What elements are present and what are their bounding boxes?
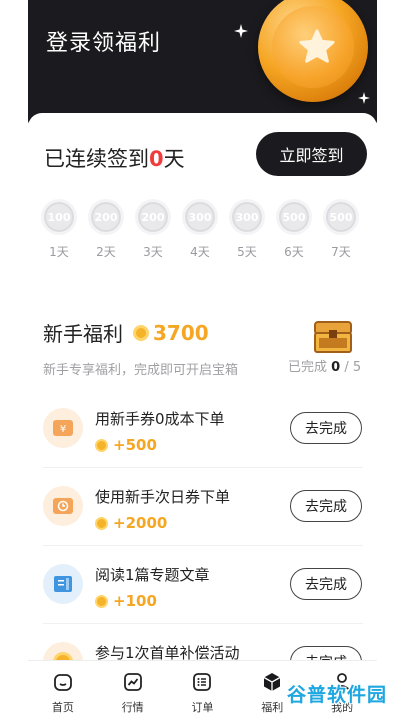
tab-home[interactable]: 首页: [28, 661, 98, 720]
signin-button[interactable]: 立即签到: [256, 132, 367, 176]
day-coin: 300: [229, 199, 265, 235]
task-name: 使用新手次日券下单: [95, 488, 231, 506]
newbie-points: 3700: [153, 320, 209, 345]
newbie-section: 新手福利 3700 新手专享福利，完成即可开启宝箱 已完成 0 / 5: [43, 318, 373, 379]
day-label: 2天: [96, 245, 116, 259]
newbie-title: 新手福利: [43, 322, 123, 346]
task-reward-value: +100: [113, 592, 157, 610]
progress-done: 0: [331, 360, 341, 375]
home-icon: [53, 674, 72, 691]
day-label: 5天: [237, 245, 257, 259]
checkin-prefix: 已连续签到: [44, 147, 149, 171]
book-icon: [43, 564, 83, 604]
day-label: 3天: [143, 245, 163, 259]
checkin-card: 已连续签到0天 立即签到 100 1天 200 2天 200 3天 300 4天…: [28, 113, 377, 293]
day-reward: 200 2天: [87, 199, 125, 260]
day-coin: 500: [323, 199, 359, 235]
task-name: 用新手券0成本下单: [95, 410, 225, 428]
task-row: 使用新手次日券下单 +2000 去完成: [43, 468, 363, 546]
day-reward: 100 1天: [40, 199, 78, 260]
task-reward-value: +2000: [113, 514, 168, 532]
progress-total: / 5: [344, 360, 362, 375]
newbie-progress: 已完成 0 / 5: [288, 356, 361, 375]
watermark: 谷普软件园: [276, 678, 398, 708]
day-reward: 500 6天: [275, 199, 313, 260]
progress-prefix: 已完成: [288, 360, 328, 375]
treasure-chest-icon: [314, 321, 352, 353]
day-label: 6天: [284, 245, 304, 259]
checkin-status: 已连续签到0天: [44, 143, 185, 173]
task-reward-value: +500: [113, 436, 157, 454]
coin-icon: [95, 516, 108, 530]
gold-coin-icon: [258, 0, 368, 102]
tab-orders[interactable]: 订单: [168, 661, 238, 720]
day-label: 1天: [49, 245, 69, 259]
coin-icon: [133, 324, 149, 341]
task-list: ¥ 用新手券0成本下单 +500 去完成 使用新手次日券下单 +2000 去完成…: [43, 390, 363, 702]
sparkle-icon: [358, 92, 370, 104]
coupon-clock-icon: [43, 486, 83, 526]
day-reward: 500 7天: [322, 199, 360, 260]
day-label: 7天: [331, 245, 351, 259]
day-coin: 500: [276, 199, 312, 235]
coin-icon: [95, 594, 108, 608]
day-label: 4天: [190, 245, 210, 259]
task-row: 阅读1篇专题文章 +100 去完成: [43, 546, 363, 624]
task-complete-button[interactable]: 去完成: [290, 568, 362, 600]
coupon-yen-icon: ¥: [43, 408, 83, 448]
day-coin: 200: [88, 199, 124, 235]
task-reward: +100: [95, 592, 157, 610]
chart-icon: [123, 673, 142, 691]
watermark-text: 谷普软件园: [286, 683, 387, 706]
day-coin: 200: [135, 199, 171, 235]
day-coin: 300: [182, 199, 218, 235]
checkin-suffix: 天: [163, 147, 185, 171]
day-coin: 100: [41, 199, 77, 235]
hero-banner: 登录领福利: [28, 0, 377, 125]
day-reward: 300 5天: [228, 199, 266, 260]
task-name: 阅读1篇专题文章: [95, 566, 210, 584]
coin-icon: [95, 438, 108, 452]
task-complete-button[interactable]: 去完成: [290, 490, 362, 522]
tab-market[interactable]: 行情: [98, 661, 168, 720]
tab-label: 行情: [121, 701, 144, 714]
day-reward: 200 3天: [134, 199, 172, 260]
checkin-days: 0: [149, 147, 164, 171]
order-icon: [193, 673, 212, 691]
hero-title: 登录领福利: [46, 31, 162, 56]
day-reward: 300 4天: [181, 199, 219, 260]
task-reward: +500: [95, 436, 157, 454]
task-complete-button[interactable]: 去完成: [290, 412, 362, 444]
sparkle-icon: [234, 24, 248, 38]
tab-label: 首页: [51, 701, 74, 714]
tab-label: 订单: [191, 701, 214, 714]
task-row: ¥ 用新手券0成本下单 +500 去完成: [43, 390, 363, 468]
checkin-rewards: 100 1天 200 2天 200 3天 300 4天 300 5天 500 6…: [40, 199, 370, 269]
svg-text:¥: ¥: [60, 424, 66, 435]
task-reward: +2000: [95, 514, 167, 532]
